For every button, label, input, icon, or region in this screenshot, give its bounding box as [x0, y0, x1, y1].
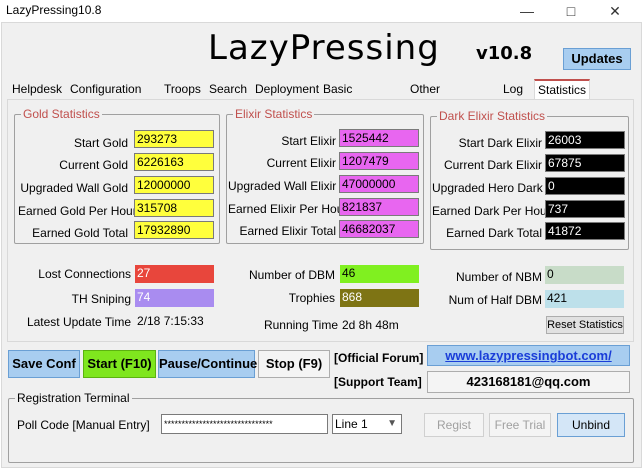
latest-update-time-value: 2/18 7:15:33 — [137, 314, 204, 328]
close-icon[interactable]: ✕ — [593, 0, 637, 22]
tab-helpdesk[interactable]: Helpdesk — [9, 79, 65, 99]
earned-gold-per-hour-value: 315708 — [134, 199, 214, 217]
earned-dark-total-label: Earned Dark Total — [446, 226, 542, 240]
current-dark-elixir-value: 67875 — [545, 154, 625, 172]
running-time-value: 2d 8h 48m — [342, 318, 399, 332]
minimize-icon[interactable]: — — [505, 0, 549, 22]
tab-troops[interactable]: Troops — [161, 79, 204, 99]
num-of-half-dbm-label: Num of Half DBM — [448, 293, 542, 307]
elixir-statistics-title: Elixir Statistics — [233, 107, 315, 121]
earned-dark-per-hour-value: 737 — [545, 200, 625, 218]
upgraded-wall-gold-label: Upgraded Wall Gold — [20, 181, 128, 195]
forum-link-box[interactable]: www.lazypressingbot.com/ — [427, 345, 630, 366]
upgraded-wall-gold-value: 12000000 — [134, 176, 214, 194]
upgraded-hero-dark-value: 0 — [545, 177, 625, 195]
start-button[interactable]: Start (F10) — [83, 350, 156, 378]
current-dark-elixir-label: Current Dark Elixir — [443, 158, 542, 172]
title-bar: LazyPressing10.8 — □ ✕ — [0, 0, 643, 22]
lost-connections-value: 27 — [135, 265, 214, 283]
unbind-button[interactable]: Unbind — [557, 413, 625, 437]
current-gold-label: Current Gold — [59, 158, 128, 172]
earned-gold-total-value: 17932890 — [134, 221, 214, 239]
number-of-nbm-label: Number of NBM — [455, 270, 542, 284]
earned-elixir-per-hour-value: 821837 — [339, 198, 419, 216]
current-elixir-value: 1207479 — [339, 152, 419, 170]
num-of-half-dbm-value: 421 — [545, 290, 624, 308]
tab-deployment[interactable]: Deployment — [252, 79, 322, 99]
tab-basic-functions[interactable]: Basic Functions — [320, 79, 378, 116]
running-time-label: Running Time — [263, 318, 338, 332]
maximize-icon[interactable]: □ — [549, 0, 593, 22]
app-logo: LazyPressing — [208, 28, 440, 68]
support-email[interactable]: 423168181@qq.com — [427, 371, 630, 393]
upgraded-wall-elixir-label: Upgraded Wall Elixir — [228, 179, 337, 193]
tab-configuration-set[interactable]: Configuration Set — [67, 79, 144, 116]
free-trial-button[interactable]: Free Trial — [489, 413, 551, 437]
number-of-dbm-value: 46 — [340, 265, 419, 283]
earned-dark-per-hour-label: Earned Dark Per Hour — [432, 204, 551, 218]
start-gold-label: Start Gold — [73, 136, 128, 150]
tab-search[interactable]: Search — [206, 79, 250, 99]
upgraded-hero-dark-label: Upgraded Hero Dark — [432, 181, 543, 195]
dark-elixir-statistics-title: Dark Elixir Statistics — [437, 109, 548, 123]
chevron-down-icon: ▼ — [387, 418, 397, 429]
official-forum-label: [Official Forum] — [334, 351, 424, 365]
number-of-dbm-label: Number of DBM — [248, 268, 335, 282]
current-elixir-label: Current Elixir — [266, 156, 336, 170]
version-label: v10.8 — [476, 43, 533, 64]
start-gold-value: 293273 — [134, 130, 214, 148]
earned-gold-total-label: Earned Gold Total — [32, 226, 128, 240]
earned-elixir-total-label: Earned Elixir Total — [239, 224, 337, 238]
line-select-value: Line 1 — [335, 417, 368, 431]
forum-link[interactable]: www.lazypressingbot.com/ — [445, 348, 611, 363]
registration-title: Registration Terminal — [15, 391, 132, 405]
earned-dark-total-value: 41872 — [545, 222, 625, 240]
regist-button[interactable]: Regist — [424, 413, 484, 437]
th-sniping-value: 74 — [135, 289, 214, 307]
upgraded-wall-elixir-value: 47000000 — [339, 175, 419, 193]
poll-code-input[interactable]: ******************************* — [161, 414, 328, 434]
window-title: LazyPressing10.8 — [6, 3, 102, 17]
trophies-value: 868 — [340, 289, 419, 307]
latest-update-time-label: Latest Update Time — [26, 315, 131, 329]
support-team-label: [Support Team] — [334, 375, 422, 389]
poll-code-label: Poll Code [Manual Entry] — [17, 418, 150, 432]
trophies-label: Trophies — [288, 291, 335, 305]
gold-statistics-title: Gold Statistics — [21, 107, 102, 121]
number-of-nbm-value: 0 — [545, 266, 624, 284]
stop-button[interactable]: Stop (F9) — [258, 350, 330, 378]
reset-statistics-button[interactable]: Reset Statistics — [546, 316, 624, 334]
start-dark-elixir-label: Start Dark Elixir — [458, 136, 542, 150]
pause-continue-button[interactable]: Pause/Continue — [158, 350, 257, 378]
start-elixir-label: Start Elixir — [281, 134, 336, 148]
tab-other-functions[interactable]: Other Functions — [407, 79, 465, 116]
tab-log[interactable]: Log — [500, 79, 526, 99]
th-sniping-label: TH Sniping — [71, 292, 131, 306]
earned-gold-per-hour-label: Earned Gold Per Hour — [18, 204, 137, 218]
earned-elixir-per-hour-label: Earned Elixir Per Hour — [228, 202, 348, 216]
line-select[interactable]: Line 1 ▼ — [332, 414, 402, 434]
start-elixir-value: 1525442 — [339, 129, 419, 147]
current-gold-value: 6226163 — [134, 153, 214, 171]
save-conf-button[interactable]: Save Conf — [8, 350, 80, 378]
earned-elixir-total-value: 46682037 — [339, 220, 419, 238]
start-dark-elixir-value: 26003 — [545, 131, 625, 149]
lost-connections-label: Lost Connections — [38, 267, 131, 281]
updates-button[interactable]: Updates — [563, 48, 631, 70]
